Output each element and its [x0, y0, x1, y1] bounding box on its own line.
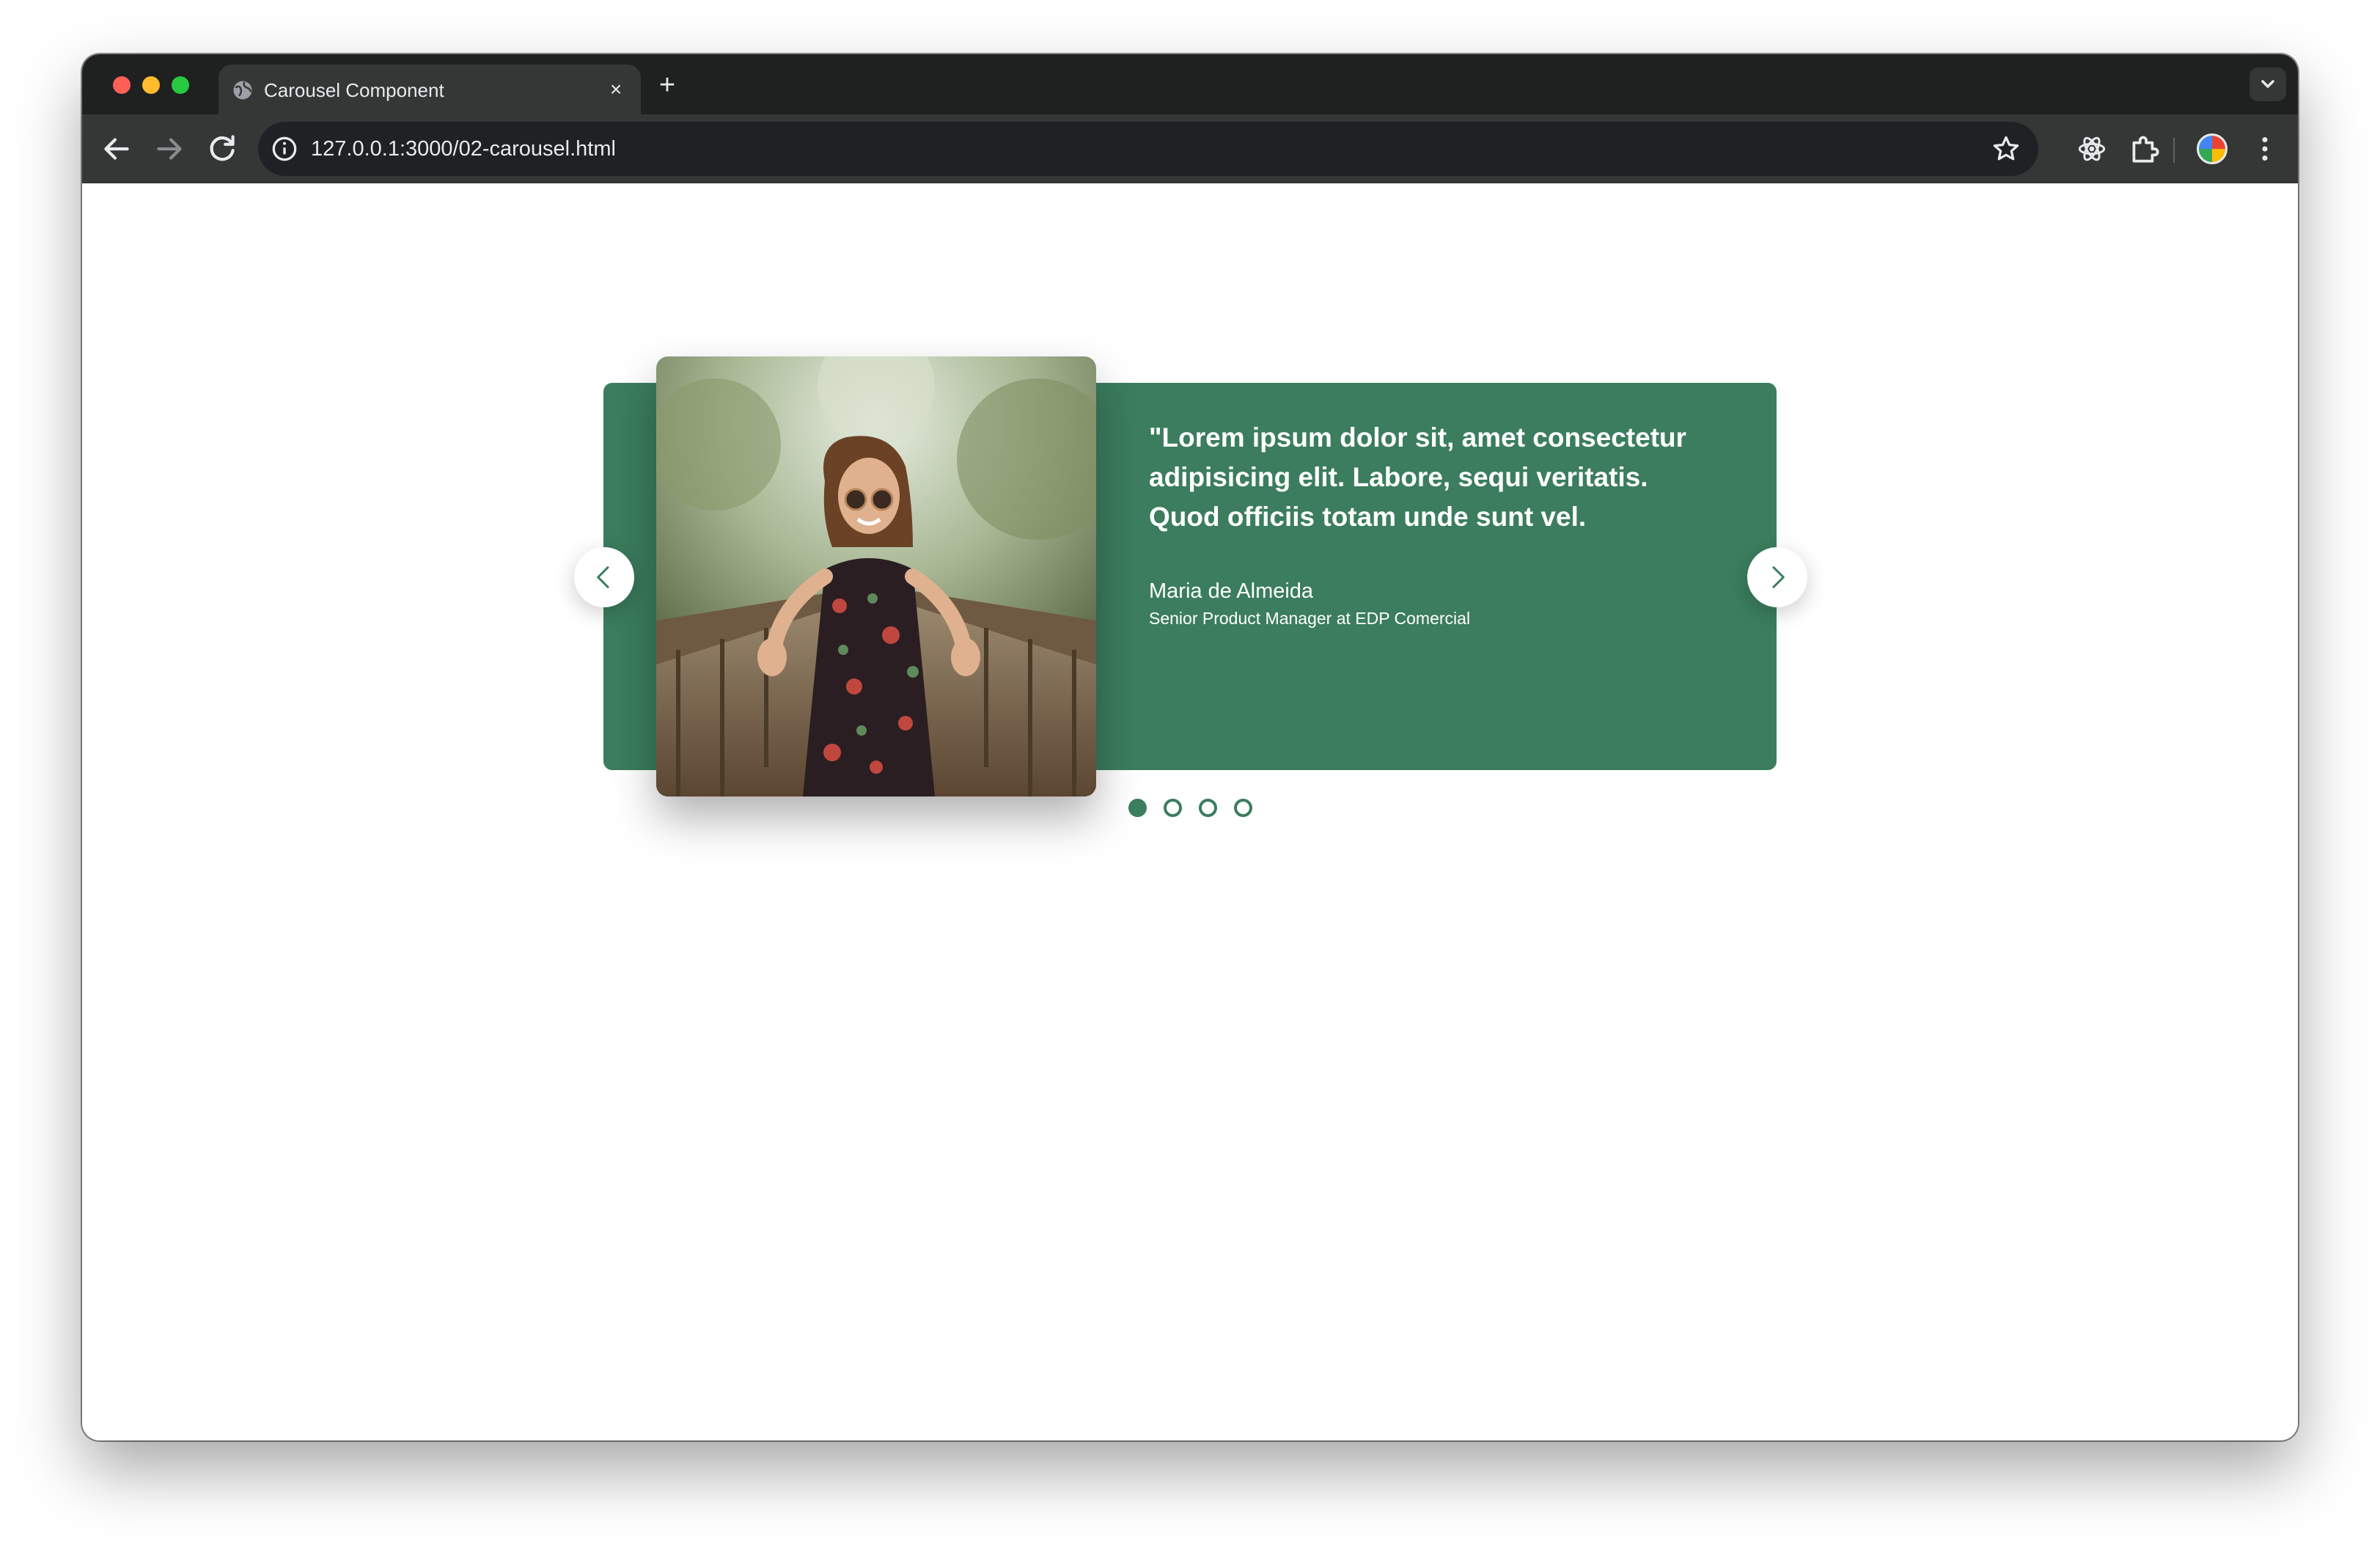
tab-title: Carousel Component	[264, 79, 444, 101]
more-menu-icon[interactable]	[2247, 131, 2283, 167]
page-content: "Lorem ipsum dolor sit, amet consectetur…	[82, 183, 2298, 1440]
tab-search-button[interactable]	[2249, 67, 2286, 101]
new-tab-button[interactable]: +	[651, 69, 683, 101]
minimize-window-button[interactable]	[142, 76, 160, 94]
reload-icon[interactable]	[204, 131, 240, 167]
slide-dot-1[interactable]	[1128, 799, 1147, 817]
site-info-icon[interactable]	[268, 133, 301, 165]
bookmark-star-icon[interactable]	[1990, 133, 2022, 165]
browser-toolbar: 127.0.0.1:3000/02-carousel.html	[82, 114, 2298, 183]
testimonial-quote: "Lorem ipsum dolor sit, amet consectetur…	[1149, 422, 1687, 532]
tab-close-icon[interactable]: ×	[603, 76, 629, 103]
maximize-window-button[interactable]	[172, 76, 189, 94]
slide-dot-3[interactable]	[1199, 799, 1217, 817]
next-slide-button[interactable]	[1747, 547, 1807, 607]
author-name: Maria de Almeida	[1149, 579, 1314, 603]
chevron-left-icon	[597, 566, 609, 588]
profile-avatar[interactable]	[2197, 133, 2227, 164]
chevron-right-icon	[1772, 566, 1785, 588]
address-bar[interactable]: 127.0.0.1:3000/02-carousel.html	[258, 122, 2038, 176]
tab-carousel-component[interactable]: Carousel Component ×	[218, 65, 641, 114]
back-arrow-icon[interactable]	[98, 131, 135, 167]
extensions-puzzle-icon[interactable]	[2126, 131, 2163, 167]
slide-dot-4[interactable]	[1234, 799, 1252, 817]
close-window-button[interactable]	[113, 76, 131, 94]
slide-dot-2[interactable]	[1164, 799, 1182, 817]
globe-icon	[232, 79, 254, 101]
previous-slide-button[interactable]	[574, 547, 634, 607]
testimonial-photo	[656, 356, 1096, 797]
toolbar-divider	[2173, 138, 2175, 163]
author-role: Senior Product Manager at EDP Comercial	[1149, 609, 1471, 628]
tab-strip: Carousel Component × +	[82, 54, 2298, 114]
browser-window: Carousel Component × + 127.0.0.1:3000/02…	[82, 54, 2298, 1440]
forward-arrow-icon[interactable]	[151, 131, 188, 167]
url-text: 127.0.0.1:3000/02-carousel.html	[311, 137, 616, 161]
react-devtools-icon[interactable]	[2074, 131, 2110, 167]
